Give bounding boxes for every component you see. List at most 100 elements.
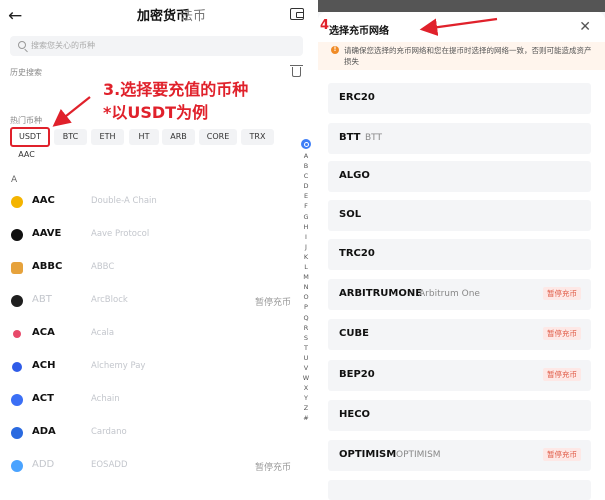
dimmed-backdrop bbox=[318, 0, 605, 12]
index-letter[interactable]: F bbox=[300, 201, 312, 211]
search-placeholder: 搜索您关心的币种 bbox=[31, 41, 95, 50]
network-name: ARBITRUMONE bbox=[339, 288, 423, 299]
coin-icon bbox=[11, 427, 23, 439]
index-letter[interactable]: N bbox=[300, 282, 312, 292]
index-letter[interactable]: P bbox=[300, 302, 312, 312]
coin-name: Achain bbox=[91, 394, 120, 404]
search-input[interactable]: 搜索您关心的币种 bbox=[10, 36, 303, 56]
network-option-heco[interactable]: HECO bbox=[328, 400, 591, 431]
index-letter[interactable]: R bbox=[300, 323, 312, 333]
coin-name: ArcBlock bbox=[91, 295, 128, 305]
index-letter[interactable]: X bbox=[300, 383, 312, 393]
index-letter[interactable]: A bbox=[300, 151, 312, 161]
network-name: ERC20 bbox=[339, 92, 375, 103]
search-icon bbox=[18, 41, 26, 49]
wallet-icon[interactable] bbox=[290, 8, 304, 20]
network-name: SOL bbox=[339, 209, 362, 220]
coin-row[interactable]: AAVE Aave Protocol bbox=[0, 223, 300, 247]
index-letter[interactable]: L bbox=[300, 262, 312, 272]
chip-btc[interactable]: BTC bbox=[54, 129, 87, 145]
index-letter[interactable]: O bbox=[300, 292, 312, 302]
chip-eth[interactable]: ETH bbox=[91, 129, 124, 145]
index-letter[interactable]: S bbox=[300, 333, 312, 343]
tab-fiat[interactable]: 法币 bbox=[180, 8, 206, 26]
coin-name: Cardano bbox=[91, 427, 127, 437]
coin-row[interactable]: ABT ArcBlock 暂停充币 bbox=[0, 289, 300, 313]
coin-row[interactable]: AAC Double-A Chain bbox=[0, 190, 300, 214]
coin-symbol: AAVE bbox=[32, 228, 62, 239]
annotation-step-4: 4 bbox=[320, 18, 330, 33]
index-letter[interactable]: I bbox=[300, 232, 312, 242]
trash-icon[interactable] bbox=[290, 65, 303, 77]
network-name: HECO bbox=[339, 409, 371, 420]
coin-icon bbox=[11, 196, 23, 208]
network-subname: Arbitrum One bbox=[419, 289, 480, 299]
network-option-btt[interactable]: BTT BTT bbox=[328, 123, 591, 154]
network-option-partial[interactable] bbox=[328, 480, 591, 500]
index-letter[interactable]: G bbox=[300, 212, 312, 222]
history-label: 历史搜索 bbox=[10, 68, 42, 77]
index-letter[interactable]: H bbox=[300, 222, 312, 232]
index-letter[interactable]: W bbox=[300, 373, 312, 383]
index-letter[interactable]: B bbox=[300, 161, 312, 171]
network-option-algo[interactable]: ALGO bbox=[328, 161, 591, 192]
annotation-line-2: *以USDT为例 bbox=[103, 103, 209, 122]
paused-badge: 暂停充币 bbox=[543, 448, 581, 461]
chip-arb[interactable]: ARB bbox=[162, 129, 195, 145]
chip-usdt[interactable]: USDT bbox=[10, 127, 50, 147]
network-option-erc20[interactable]: ERC20 bbox=[328, 83, 591, 114]
coin-icon bbox=[13, 330, 21, 338]
paused-badge: 暂停充币 bbox=[543, 327, 581, 340]
network-name: BEP20 bbox=[339, 369, 375, 380]
close-icon[interactable]: ✕ bbox=[579, 19, 591, 35]
index-letter[interactable]: D bbox=[300, 181, 312, 191]
coin-select-screen: ← 加密货币 法币 搜索您关心的币种 历史搜索 热门币种 USDT BTC ET… bbox=[0, 0, 316, 500]
coin-symbol: ADA bbox=[32, 426, 56, 437]
coin-symbol: ACA bbox=[32, 327, 55, 338]
coin-row[interactable]: ADD EOSADD 暂停充币 bbox=[0, 454, 300, 478]
chip-aac[interactable]: AAC bbox=[10, 147, 43, 163]
chip-ht[interactable]: HT bbox=[129, 129, 159, 145]
network-subname: BTT bbox=[365, 133, 383, 143]
index-letter[interactable]: J bbox=[300, 242, 312, 252]
warning-text: 请确保您选择的充币网络和您在提币时选择的网络一致，否则可能造成资产损失 bbox=[344, 46, 592, 66]
index-letter[interactable]: E bbox=[300, 191, 312, 201]
coin-row[interactable]: ACT Achain bbox=[0, 388, 300, 412]
hot-coins-label: 热门币种 bbox=[10, 116, 42, 125]
network-name: TRC20 bbox=[339, 248, 375, 259]
alphabet-index[interactable]: A B C D E F G H I J K L M N O P Q R S T … bbox=[300, 139, 312, 424]
network-option-bep20[interactable]: BEP20 暂停充币 bbox=[328, 360, 591, 391]
index-letter[interactable]: Y bbox=[300, 393, 312, 403]
deposit-paused-status: 暂停充币 bbox=[254, 463, 291, 473]
index-letter[interactable]: U bbox=[300, 353, 312, 363]
coin-name: Acala bbox=[91, 328, 115, 338]
chip-trx[interactable]: TRX bbox=[241, 129, 274, 145]
index-letter[interactable]: T bbox=[300, 343, 312, 353]
chip-core[interactable]: CORE bbox=[199, 129, 237, 145]
index-letter[interactable]: V bbox=[300, 363, 312, 373]
coin-row[interactable]: ACA Acala bbox=[0, 322, 300, 346]
network-name: CUBE bbox=[339, 328, 369, 339]
index-letter[interactable]: C bbox=[300, 171, 312, 181]
index-letter[interactable]: M bbox=[300, 272, 312, 282]
coin-icon bbox=[11, 394, 23, 406]
search-icon[interactable] bbox=[301, 139, 311, 149]
paused-badge: 暂停充币 bbox=[543, 368, 581, 381]
index-letter[interactable]: Z bbox=[300, 403, 312, 413]
coin-symbol: ABBC bbox=[32, 261, 63, 272]
network-option-optimism[interactable]: OPTIMISM OPTIMISM 暂停充币 bbox=[328, 440, 591, 471]
network-option-sol[interactable]: SOL bbox=[328, 200, 591, 231]
network-option-cube[interactable]: CUBE 暂停充币 bbox=[328, 319, 591, 350]
index-letter[interactable]: # bbox=[300, 413, 312, 423]
coin-name: Double-A Chain bbox=[91, 196, 157, 206]
index-letter[interactable]: K bbox=[300, 252, 312, 262]
back-arrow-icon[interactable]: ← bbox=[8, 6, 28, 26]
index-letter[interactable]: Q bbox=[300, 313, 312, 323]
coin-row[interactable]: ACH Alchemy Pay bbox=[0, 355, 300, 379]
coin-row[interactable]: ABBC ABBC bbox=[0, 256, 300, 280]
network-option-trc20[interactable]: TRC20 bbox=[328, 239, 591, 270]
coin-icon bbox=[11, 295, 23, 307]
coin-icon bbox=[11, 460, 23, 472]
network-option-arbitrumone[interactable]: ARBITRUMONE Arbitrum One 暂停充币 bbox=[328, 279, 591, 310]
coin-row[interactable]: ADA Cardano bbox=[0, 421, 300, 445]
